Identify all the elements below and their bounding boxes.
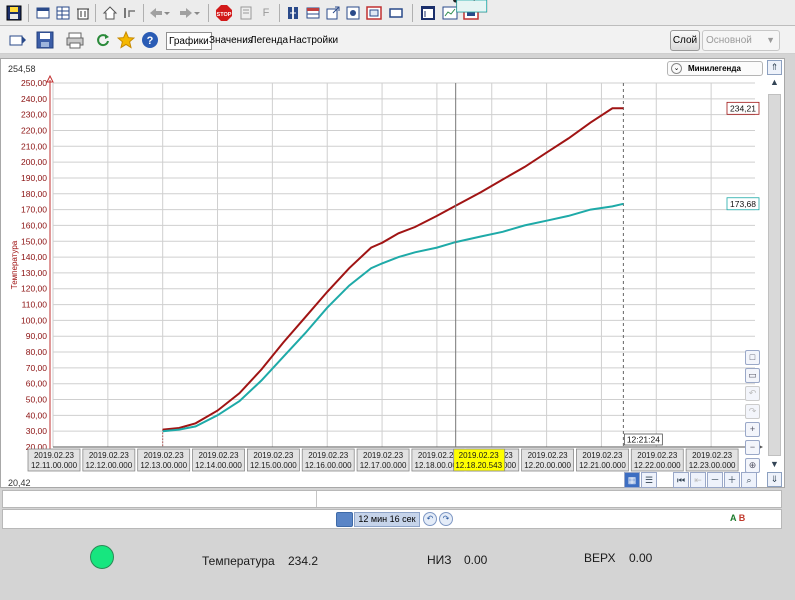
refresh-icon[interactable]: [93, 30, 113, 50]
tab-graphs[interactable]: Графики: [166, 32, 212, 50]
graph-icon[interactable]: [440, 3, 460, 23]
zoom-minus-icon[interactable]: －: [707, 472, 723, 488]
image-icon[interactable]: [461, 3, 481, 23]
temperature-label: Температура: [202, 554, 275, 568]
list-view-icon[interactable]: ☰: [641, 472, 657, 488]
redo-period-icon[interactable]: ↷: [439, 512, 453, 526]
home-icon[interactable]: [100, 3, 120, 23]
temperature-value: 234.2: [288, 554, 319, 568]
frame-icon[interactable]: [364, 3, 384, 23]
redo-zoom-icon[interactable]: ↷: [745, 404, 760, 419]
chevron-down-icon: ⌄: [671, 63, 682, 74]
f-icon[interactable]: F: [256, 3, 276, 23]
info-strip: [2, 490, 782, 508]
table-icon[interactable]: [303, 3, 323, 23]
export-icon[interactable]: [323, 3, 343, 23]
settings-icon[interactable]: [343, 3, 363, 23]
low-value: 0.00: [464, 553, 488, 567]
zoom-out-icon[interactable]: −: [745, 440, 760, 455]
chevron-down-icon[interactable]: [192, 3, 202, 23]
y-max-readout: 254,58: [8, 64, 36, 74]
printer-icon[interactable]: [65, 30, 85, 50]
layer-select[interactable]: Основной ▼: [702, 30, 780, 51]
low-label: НИЗ: [427, 553, 452, 567]
print-preview-icon[interactable]: [236, 3, 256, 23]
star-icon[interactable]: [116, 30, 136, 50]
undo-zoom-icon[interactable]: ↶: [745, 386, 760, 401]
tab-settings[interactable]: Настройки: [287, 32, 340, 50]
save-disk-icon[interactable]: [4, 3, 24, 23]
status-bar: Температура 234.2 НИЗ 0.00 ВЕРХ 0.00: [0, 532, 795, 600]
go-start-icon[interactable]: ⏮: [673, 472, 689, 488]
scroll-bottom-icon[interactable]: ⇓: [767, 472, 782, 487]
rectangle-icon[interactable]: [386, 3, 406, 23]
marker-b: B: [738, 513, 746, 523]
step-back-icon[interactable]: [120, 3, 140, 23]
undo-period-icon[interactable]: ↶: [423, 512, 437, 526]
y-min-readout: 20,42: [8, 478, 31, 488]
ab-markers[interactable]: A B: [730, 513, 745, 523]
scroll-down-icon[interactable]: ▼: [767, 458, 782, 473]
link-icon[interactable]: [283, 3, 303, 23]
high-label: ВЕРХ: [584, 551, 616, 565]
tab-legend[interactable]: Легенда: [248, 32, 290, 50]
scroll-left-icon[interactable]: ⇤: [690, 472, 706, 488]
svg-text:?: ?: [147, 35, 154, 47]
layer-select-value: Основной: [706, 35, 752, 46]
zoom-in-icon[interactable]: +: [745, 422, 760, 437]
period-field[interactable]: 12 мин 16 сек: [354, 512, 420, 527]
save-icon[interactable]: [35, 30, 55, 50]
chart-panel: 254,58 20,42 ⌄ Минилегенда: [0, 58, 785, 488]
grid-view-icon[interactable]: ▦: [624, 472, 640, 488]
trash-icon[interactable]: [73, 3, 93, 23]
chart-toolbar: ? Графики Значения Легенда Настройки Сло…: [0, 26, 795, 54]
chevron-down-icon: ▼: [766, 35, 775, 45]
scrollbar-thumb[interactable]: [768, 94, 781, 456]
scroll-top-icon[interactable]: ⇑: [767, 60, 782, 75]
period-calendar-icon[interactable]: [336, 512, 353, 527]
f-label: F: [262, 7, 270, 19]
high-value: 0.00: [629, 551, 653, 565]
minilegend-label: Минилегенда: [688, 64, 741, 73]
minilegend-toggle[interactable]: ⌄ Минилегенда: [667, 61, 763, 76]
chart-window-icon[interactable]: [418, 3, 438, 23]
chevron-down-icon[interactable]: [162, 3, 172, 23]
help-icon[interactable]: ?: [140, 30, 160, 50]
period-strip: 12 мин 16 сек ↶ ↷ A B: [2, 509, 782, 529]
properties-icon[interactable]: [8, 30, 28, 50]
zoom-y-icon[interactable]: ⊕: [745, 458, 760, 473]
grid-icon[interactable]: [53, 3, 73, 23]
vertical-scrollbar[interactable]: ⇑ ▲ ▼ ⇓: [766, 60, 783, 488]
window-icon[interactable]: [33, 3, 53, 23]
stop-icon[interactable]: STOP: [214, 3, 234, 23]
magnifier-icon[interactable]: ⌕: [741, 472, 757, 488]
layer-button[interactable]: Слой: [670, 30, 700, 51]
stop-label: STOP: [217, 12, 232, 18]
fit-window-icon[interactable]: ▭: [745, 368, 760, 383]
zoom-plus-icon[interactable]: ＋: [724, 472, 740, 488]
fit-icon[interactable]: □: [745, 350, 760, 365]
main-toolbar: STOP F: [0, 0, 795, 26]
marker-a: A: [730, 513, 737, 523]
scroll-up-icon[interactable]: ▲: [767, 76, 782, 91]
status-led: [90, 545, 114, 569]
